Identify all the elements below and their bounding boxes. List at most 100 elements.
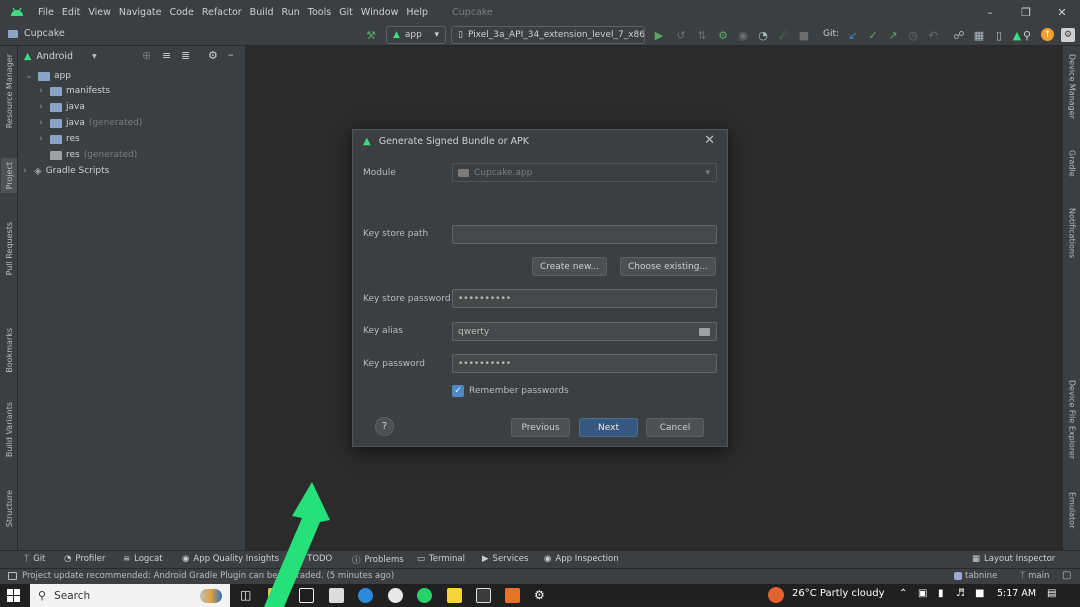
lock-icon[interactable]: ▢ [1062, 570, 1071, 581]
menu-file[interactable]: File [34, 7, 58, 18]
tool-problems[interactable]: ⓘ Problems [352, 554, 404, 566]
windows-start-icon[interactable] [7, 589, 20, 602]
close-icon[interactable]: ✕ [704, 133, 715, 148]
hide-panel-icon[interactable]: – [228, 48, 234, 61]
tab-emulator[interactable]: Emulator [1064, 492, 1080, 528]
keystore-path-input[interactable] [452, 225, 717, 244]
update-icon[interactable]: ↑ [1041, 28, 1054, 41]
tool-git[interactable]: ᛉ Git [24, 554, 45, 564]
select-opened-file-icon[interactable]: ⊕ [142, 49, 151, 62]
tree-item-gradle-scripts[interactable]: › ◈ Gradle Scripts [20, 163, 109, 179]
store-icon[interactable] [299, 588, 314, 603]
tree-item-java[interactable]: › java [36, 99, 85, 115]
chevron-right-icon[interactable]: › [36, 102, 46, 112]
chevron-up-icon[interactable]: ⌃ [899, 588, 907, 599]
tab-build-variants[interactable]: Build Variants [1, 402, 17, 457]
battery-icon[interactable]: ▮ [938, 588, 944, 599]
tab-pull-requests[interactable]: Pull Requests [1, 222, 17, 275]
weather-text[interactable]: 26°C Partly cloudy [792, 588, 885, 599]
device-select[interactable]: ▯ Pixel_3a_API_34_extension_level_7_x86_… [451, 26, 645, 44]
mail-icon[interactable] [329, 588, 344, 603]
search-icon[interactable]: ⚲ [1020, 28, 1034, 42]
network-icon[interactable]: ▣ [918, 588, 927, 599]
task-view-icon[interactable]: ◫ [240, 588, 251, 602]
chevron-right-icon[interactable]: › [36, 134, 46, 144]
status-message[interactable]: Project update recommended: Android Grad… [8, 571, 394, 581]
tab-structure[interactable]: Structure [1, 490, 17, 527]
tree-item-res-generated[interactable]: res (generated) [50, 147, 137, 163]
device-mirror-icon[interactable]: ▯ [992, 28, 1006, 42]
remember-passwords-checkbox[interactable]: ✓ Remember passwords [452, 385, 569, 397]
project-view-select[interactable]: Android [36, 51, 73, 62]
tool-terminal[interactable]: ▭ Terminal [417, 554, 465, 564]
run-icon[interactable]: ▶ [652, 28, 666, 42]
volume-icon[interactable]: ♬ [956, 588, 965, 599]
apply-changes-icon[interactable]: ↺ [674, 28, 688, 42]
chrome-icon[interactable] [388, 588, 403, 603]
git-history-icon[interactable]: ◷ [906, 28, 920, 42]
file-explorer-icon[interactable] [268, 588, 283, 603]
previous-button[interactable]: Previous [511, 418, 570, 437]
breadcrumb[interactable]: Cupcake [8, 28, 65, 39]
menu-navigate[interactable]: Navigate [115, 7, 166, 18]
checkbox-checked-icon[interactable]: ✓ [452, 385, 464, 397]
tool-layout-inspector[interactable]: ▦ Layout Inspector [972, 554, 1055, 564]
attach-debugger-icon[interactable]: ◉ [736, 28, 750, 42]
settings-icon[interactable]: ⚙ [1061, 28, 1075, 42]
chevron-right-icon[interactable]: › [36, 118, 46, 128]
menu-refactor[interactable]: Refactor [198, 7, 246, 18]
key-password-input[interactable]: •••••••••• [452, 354, 717, 373]
apply-code-icon[interactable]: ⇅ [695, 28, 709, 42]
create-new-button[interactable]: Create new... [532, 257, 607, 276]
menu-run[interactable]: Run [278, 7, 304, 18]
menu-view[interactable]: View [84, 7, 115, 18]
menu-build[interactable]: Build [246, 7, 278, 18]
menu-edit[interactable]: Edit [58, 7, 84, 18]
restore-button[interactable]: ❐ [1008, 0, 1044, 24]
notification-center-icon[interactable]: ▤ [1047, 588, 1056, 599]
tab-project[interactable]: Project [1, 158, 17, 194]
settings-gear-icon[interactable]: ⚙ [534, 588, 549, 603]
menu-tools[interactable]: Tools [304, 7, 335, 18]
git-update-icon[interactable]: ↙ [846, 28, 860, 42]
chevron-right-icon[interactable]: › [20, 166, 30, 176]
tab-resource-manager[interactable]: Resource Manager [1, 54, 17, 128]
language-icon[interactable]: ■ [975, 588, 984, 599]
tree-item-java-generated[interactable]: › java (generated) [36, 115, 142, 131]
sticky-notes-icon[interactable] [447, 588, 462, 603]
tree-item-app[interactable]: ⌄ app [24, 68, 71, 84]
device-manager-toolbar-icon[interactable]: ☍ [952, 28, 966, 42]
sdk-manager-icon[interactable]: ▦ [972, 28, 986, 42]
profile-icon[interactable]: ◔ [756, 28, 770, 42]
git-commit-icon[interactable]: ✓ [866, 28, 880, 42]
run-config-select[interactable]: ▲ app ▾ [386, 26, 446, 44]
stop-icon[interactable]: ■ [797, 28, 811, 42]
hammer-icon[interactable]: ⚒ [364, 28, 378, 42]
tool-services[interactable]: ▶ Services [482, 554, 528, 564]
folder-open-icon[interactable] [699, 327, 710, 336]
collapse-all-icon[interactable]: ≣ [181, 49, 190, 62]
git-push-icon[interactable]: ↗ [886, 28, 900, 42]
edge-icon[interactable] [358, 588, 373, 603]
chevron-down-icon[interactable]: ⌄ [24, 71, 34, 81]
tool-logcat[interactable]: ≡ Logcat [123, 554, 163, 564]
tree-item-res[interactable]: › res [36, 131, 80, 147]
next-button[interactable]: Next [579, 418, 638, 437]
tool-todo[interactable]: ≡ TODO [296, 554, 332, 564]
tab-device-file-explorer[interactable]: Device File Explorer [1064, 380, 1080, 459]
tool-app-inspection[interactable]: ◉ App Inspection [544, 554, 619, 564]
menu-git[interactable]: Git [335, 7, 357, 18]
taskbar-search[interactable]: ⚲ Search [30, 584, 230, 607]
chevron-down-icon[interactable]: ▾ [92, 51, 97, 62]
bug-icon[interactable]: ☄ [777, 28, 791, 42]
clock[interactable]: 5:17 AM [997, 588, 1036, 599]
gear-icon[interactable]: ⚙ [208, 49, 218, 62]
debug-icon[interactable]: ⚙ [716, 28, 730, 42]
key-alias-input[interactable]: qwerty [452, 322, 717, 341]
android-studio-logo-icon[interactable] [0, 0, 34, 24]
tool-profiler[interactable]: ◔ Profiler [64, 554, 105, 564]
app-icon[interactable] [476, 588, 491, 603]
close-window-button[interactable]: ✕ [1044, 0, 1080, 24]
tab-gradle[interactable]: Gradle [1064, 150, 1080, 177]
git-branch-status[interactable]: ᛉ main [1020, 571, 1049, 581]
